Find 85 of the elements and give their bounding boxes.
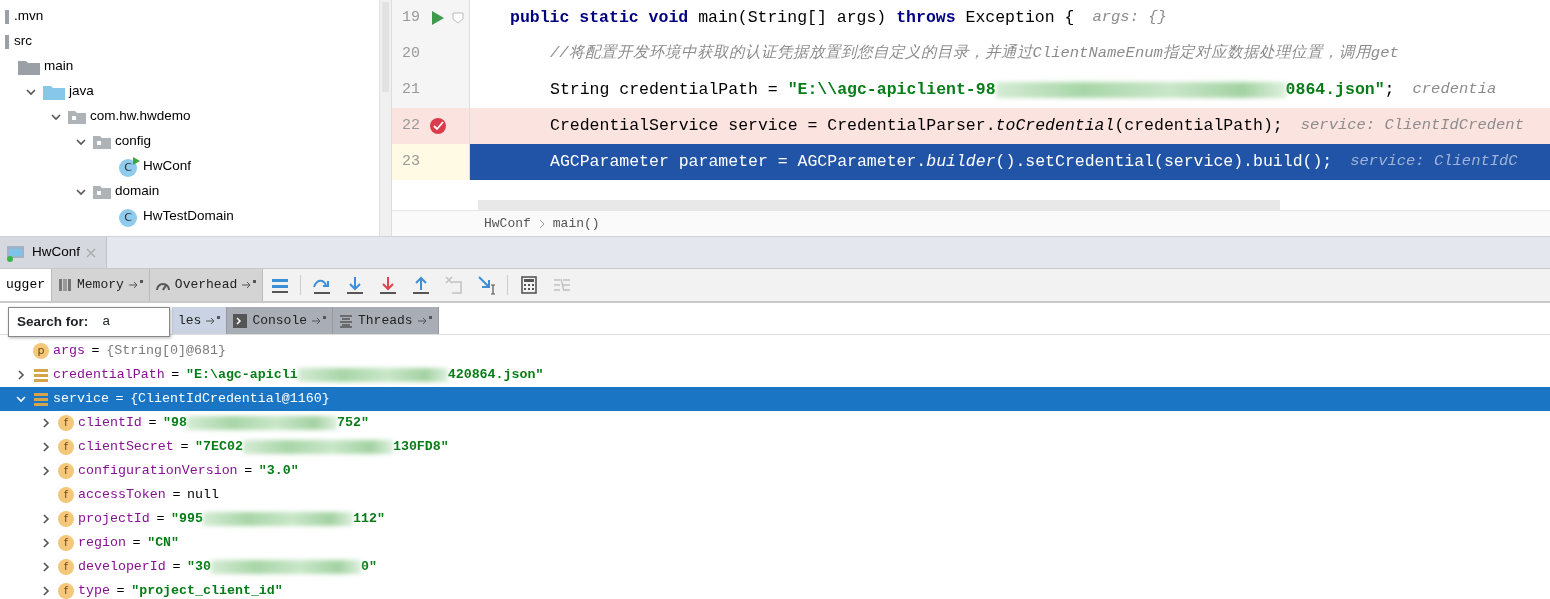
- window-icon: [6, 243, 26, 262]
- tree-item[interactable]: java: [69, 81, 94, 102]
- variable-entry[interactable]: developerId = "30 0": [78, 557, 377, 577]
- down-arrow-icon[interactable]: [344, 275, 365, 295]
- console-icon: [233, 313, 248, 328]
- tree-item[interactable]: HwConf: [143, 156, 191, 177]
- session-tab[interactable]: HwConf: [0, 237, 107, 268]
- tab-label: Memory: [77, 276, 124, 295]
- package-icon: [68, 109, 86, 124]
- up-arrow-icon[interactable]: [410, 275, 431, 295]
- line-number: 23: [401, 151, 421, 172]
- breadcrumb[interactable]: main(): [552, 213, 600, 234]
- variable-entry[interactable]: service = {ClientIdCredential@1160}: [53, 389, 330, 409]
- line-number: 19: [401, 7, 421, 28]
- down-arrow-icon[interactable]: [377, 275, 398, 295]
- stack-icon: [33, 367, 49, 383]
- letter-icon: f: [58, 511, 74, 527]
- folder-icon: [43, 83, 65, 100]
- calculator-icon[interactable]: [518, 275, 539, 295]
- variable-entry[interactable]: accessToken = null: [78, 485, 226, 505]
- tree-item[interactable]: .mvn: [14, 6, 44, 27]
- panel-tab[interactable]: Threads: [333, 307, 439, 334]
- letter-icon: f: [58, 487, 74, 503]
- letter-icon: f: [58, 415, 74, 431]
- search-label: Search for:: [17, 312, 89, 331]
- tab-label: Overhead: [174, 276, 238, 295]
- tab-label: HwConf: [32, 243, 80, 262]
- variable-entry[interactable]: clientId = "98 752": [78, 413, 369, 433]
- memory-icon: [58, 278, 72, 292]
- tab-label: ugger: [6, 276, 45, 295]
- pin-icon[interactable]: [128, 280, 143, 290]
- tab-label: Console: [252, 311, 307, 330]
- stack-icon: [33, 391, 49, 407]
- letter-icon: p: [33, 343, 49, 359]
- tree-item[interactable]: config: [115, 131, 152, 152]
- selected-row[interactable]: service = {ClientIdCredential@1160}: [0, 387, 1550, 411]
- panel-tab[interactable]: les: [172, 307, 228, 334]
- pin-icon[interactable]: [312, 315, 326, 326]
- chevron-icon: [538, 218, 545, 229]
- folder-icon: [18, 58, 40, 75]
- folder-icon: [5, 34, 9, 49]
- horizontal-scrollbar[interactable]: [478, 200, 1280, 210]
- pin-icon[interactable]: [417, 315, 432, 326]
- tab-label: Threads: [358, 311, 413, 330]
- class-icon: C: [118, 156, 140, 177]
- breakpoint-icon[interactable]: [429, 117, 447, 135]
- package-icon: [93, 184, 111, 199]
- pin-icon[interactable]: [242, 280, 257, 290]
- line-number: 21: [401, 79, 421, 100]
- code-line: //将配置开发环境中获取的认证凭据放置到您自定义的目录，并通过ClientNameEnum指定对应数据处理位置，调用get: [549, 43, 1400, 65]
- stack-icon: [339, 313, 353, 328]
- letter-icon: f: [58, 535, 74, 551]
- view-tab[interactable]: ugger: [0, 269, 52, 301]
- pin-icon[interactable]: [206, 315, 221, 326]
- line-number: 22: [401, 115, 421, 136]
- panel-tab[interactable]: Console: [227, 307, 333, 334]
- letter-icon: f: [58, 583, 74, 599]
- arrow-cursor-icon[interactable]: [476, 275, 497, 295]
- folder-icon: [5, 9, 9, 24]
- view-tab[interactable]: Overhead: [149, 269, 264, 301]
- tab-label: les: [178, 311, 202, 330]
- line-number: 20: [401, 43, 421, 64]
- tree-item[interactable]: com.hw.hwdemo: [90, 106, 191, 127]
- package-icon: [93, 134, 111, 149]
- code-line: public static void main(String[] args) throws Exception { args: {}: [509, 6, 1168, 29]
- letter-icon: f: [58, 463, 74, 479]
- view-tab[interactable]: Memory: [52, 269, 150, 301]
- tree-item[interactable]: HwTestDomain: [143, 206, 234, 227]
- variable-entry[interactable]: configurationVersion = "3.0": [78, 461, 299, 481]
- variable-entry[interactable]: args = {String[0]@681}: [53, 341, 226, 361]
- variable-entry[interactable]: credentialPath = "E:\agc-apicli 420864.json": [53, 365, 544, 385]
- run-icon[interactable]: [432, 11, 444, 25]
- variable-entry[interactable]: region = "CN": [78, 533, 180, 553]
- letter-icon: f: [58, 559, 74, 575]
- breadcrumb[interactable]: HwConf: [484, 213, 531, 234]
- code-line: String credentialPath = "E:\\agc-apiclient-98 0864.json"; credentia: [549, 78, 1498, 101]
- variable-entry[interactable]: projectId = "995 112": [78, 509, 385, 529]
- scrollbar[interactable]: [379, 0, 391, 236]
- search-field[interactable]: a: [102, 311, 111, 333]
- variable-entry[interactable]: type = "project_client_id": [78, 581, 283, 599]
- tree-item[interactable]: domain: [115, 181, 160, 202]
- variable-entry[interactable]: clientSecret = "7EC02 130FD8": [78, 437, 449, 457]
- tree-item[interactable]: main: [44, 56, 74, 77]
- tree-item[interactable]: src: [14, 31, 32, 52]
- letter-icon: f: [58, 439, 74, 455]
